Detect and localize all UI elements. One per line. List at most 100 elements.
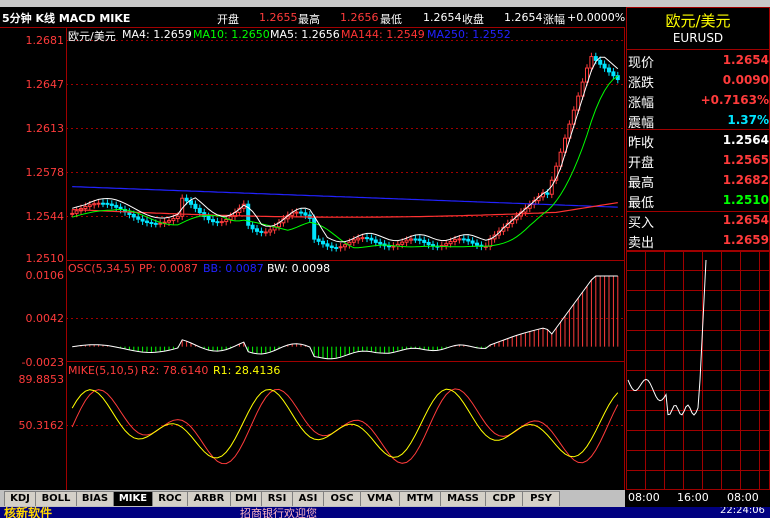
candle-body [413, 238, 418, 241]
main-axis-tick: 1.2681 [25, 34, 65, 47]
candle-body [189, 200, 193, 205]
tab-rsi[interactable]: RSI [261, 491, 293, 506]
candle-body [378, 241, 383, 245]
tab-boll[interactable]: BOLL [35, 491, 77, 506]
quote-label: 涨跌 [628, 76, 655, 91]
candle-body [404, 239, 409, 243]
candle-body [360, 237, 365, 240]
candle-body [422, 239, 427, 243]
candle-body [263, 231, 268, 234]
tab-osc[interactable]: OSC [323, 491, 361, 506]
tab-mike[interactable]: MIKE [113, 491, 153, 506]
main-legend-name: 欧元/美元 [68, 30, 116, 43]
tab-kdj[interactable]: KDJ [4, 491, 36, 506]
candle-body [448, 240, 453, 245]
tab-psy[interactable]: PSY [522, 491, 560, 506]
main-legend-ma4: MA4: 1.2659 [122, 28, 192, 41]
status-bar: 核新软件 招商银行欢迎您 22:24:06 [0, 507, 770, 518]
chart-frame [66, 27, 625, 491]
quote-label: 开盘 [628, 156, 655, 171]
indicator-tab-bar: KDJ BOLL BIAS MIKE ROC ARBR DMI RSI ASI OSC VMA MTM… [0, 490, 625, 507]
candle-body [461, 238, 466, 241]
candle-body [149, 222, 154, 225]
tab-mtm[interactable]: MTM [399, 491, 441, 506]
candle-body [197, 207, 202, 214]
quote-value: +0.7163% [700, 93, 769, 107]
candle-body [158, 222, 163, 225]
candle-body [215, 221, 220, 224]
candle-body [453, 239, 457, 242]
tab-vma[interactable]: VMA [360, 491, 400, 506]
candle-body [387, 245, 391, 248]
candle-body [224, 219, 229, 223]
osc-axis-tick: 0.0106 [25, 269, 65, 282]
candle-body [356, 237, 361, 241]
candle-body [101, 202, 105, 205]
candle-body [400, 241, 405, 245]
quote-label: 买入 [628, 216, 655, 231]
candle-body [92, 203, 97, 206]
quote-value: 1.2564 [722, 133, 769, 147]
mike-legend-r2: R2: 78.6140 [141, 364, 209, 377]
osc-axis-tick: -0.0023 [21, 356, 64, 369]
tab-dmi[interactable]: DMI [230, 491, 262, 506]
osc-legend-bw: BW: 0.0098 [267, 262, 331, 275]
main-axis-tick: 1.2613 [25, 122, 65, 135]
tab-arbr[interactable]: ARBR [187, 491, 231, 506]
quote-label: 现价 [628, 56, 655, 71]
osc-legend-pp: PP: 0.0087 [139, 262, 198, 275]
candle-body [470, 240, 475, 244]
ma10-line [72, 75, 619, 249]
candle-body [303, 212, 308, 216]
candle-body [373, 239, 378, 243]
quote-value: 1.37% [727, 113, 769, 127]
quote-label: 卖出 [628, 236, 655, 251]
quote-symbol-name: 欧元/美元 [665, 12, 731, 30]
tab-asi[interactable]: ASI [292, 491, 324, 506]
candle-body [312, 217, 317, 240]
candle-body [219, 221, 224, 224]
mini-time-tick: 16:00 [677, 491, 709, 504]
status-left: 核新软件 [4, 507, 53, 518]
ma250-line [72, 186, 618, 208]
main-legend-ma10: MA10: 1.2650 [193, 28, 270, 41]
candle-body [294, 211, 299, 214]
tab-mass[interactable]: MASS [440, 491, 486, 506]
candle-body [96, 202, 101, 205]
tab-bias[interactable]: BIAS [76, 491, 114, 506]
quote-value: 1.2510 [722, 193, 769, 207]
ma4-line [72, 56, 619, 243]
main-axis-tick: 1.2510 [25, 252, 65, 265]
candle-body [74, 210, 79, 214]
tab-roc[interactable]: ROC [152, 491, 188, 506]
quote-label: 昨收 [628, 136, 655, 151]
candle-body [250, 224, 255, 230]
status-center: 招商银行欢迎您 [240, 507, 317, 518]
candle-body [268, 229, 273, 233]
quote-label: 最高 [628, 176, 655, 191]
candle-body [228, 215, 233, 221]
candle-body [589, 56, 594, 69]
quote-value: 0.0090 [722, 73, 769, 87]
candle-body [417, 238, 422, 241]
quote-label: 震幅 [628, 116, 655, 131]
quote-value: 1.2565 [722, 153, 769, 167]
tab-cdp[interactable]: CDP [485, 491, 523, 506]
quote-value: 1.2654 [722, 53, 769, 67]
candle-body [444, 243, 449, 247]
candle-body [140, 218, 145, 222]
candle-body [206, 215, 211, 221]
candle-body [593, 56, 598, 61]
candle-body [83, 205, 88, 209]
main-legend-ma250: MA250: 1.2552 [427, 28, 511, 41]
candle-body [105, 202, 110, 205]
main-legend-ma144: MA144: 1.2549 [341, 28, 425, 41]
candle-body [365, 237, 369, 240]
quote-value: 1.2659 [722, 233, 769, 247]
main-axis-tick: 1.2544 [25, 210, 65, 223]
quote-value: 1.2682 [722, 173, 769, 187]
candle-body [611, 71, 616, 77]
candle-body [114, 204, 119, 208]
candlestick-series [70, 52, 620, 252]
candle-body [334, 247, 339, 250]
